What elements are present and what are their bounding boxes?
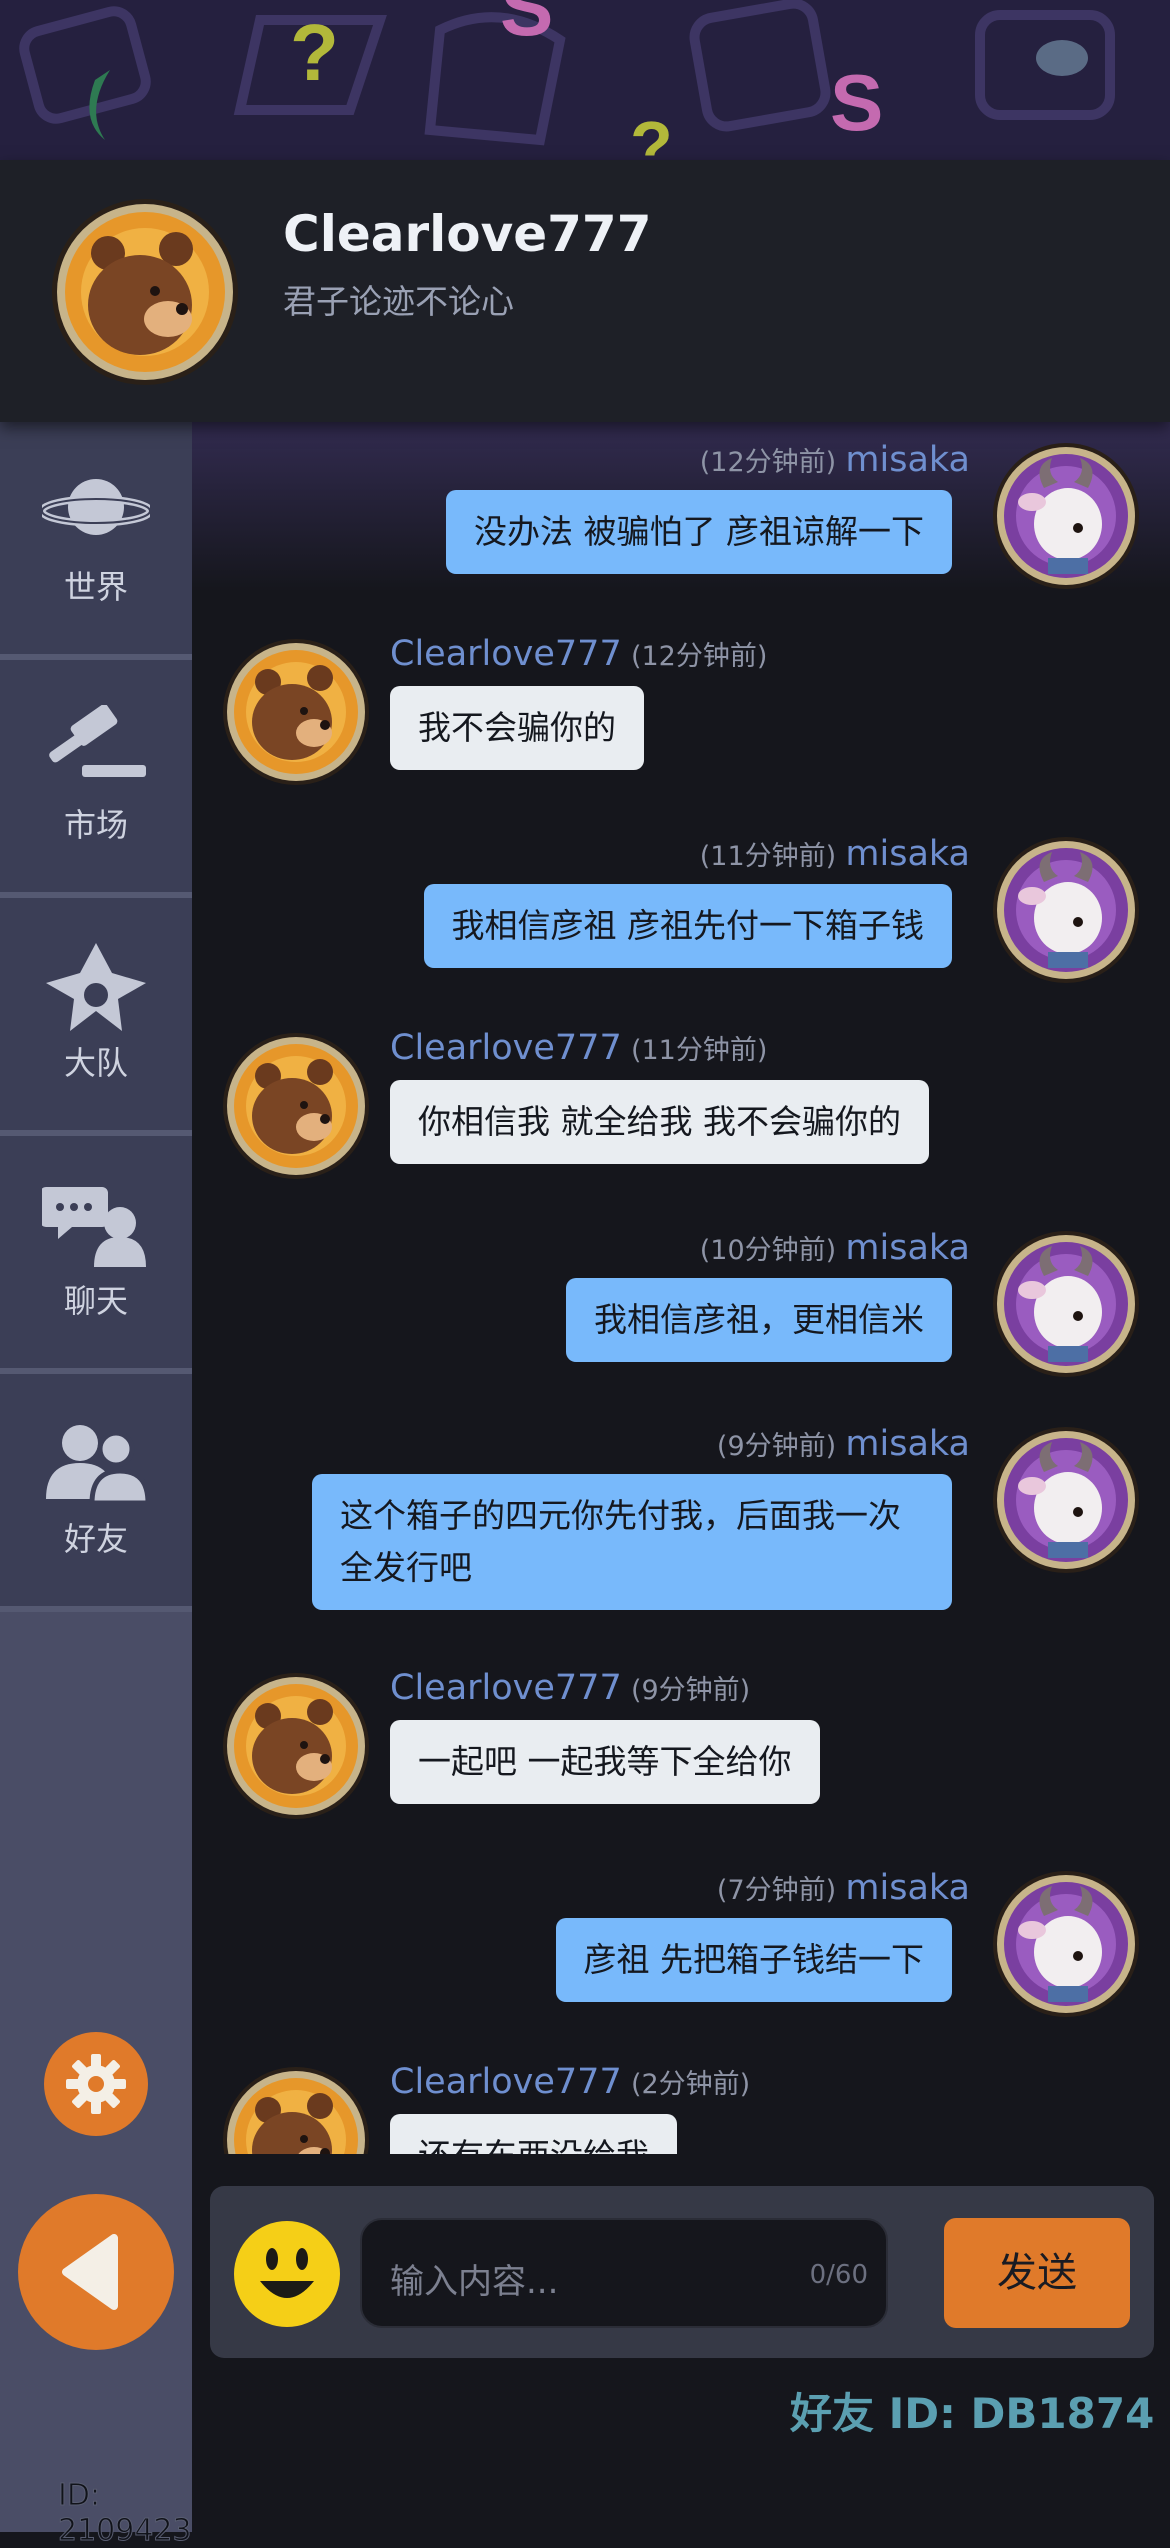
- message-bubble[interactable]: 没办法 被骗怕了 彦祖谅解一下: [446, 490, 952, 574]
- message-meta: Clearlove777 (11分钟前): [390, 1028, 767, 1068]
- message-meta: Clearlove777 (2分钟前): [390, 2062, 750, 2102]
- emoji-button[interactable]: [234, 2221, 340, 2327]
- friend-avatar[interactable]: [222, 1032, 370, 1180]
- sidebar-item-friends[interactable]: 好友: [0, 1374, 192, 1612]
- message-bubble[interactable]: 我相信彦祖 彦祖先付一下箱子钱: [423, 884, 952, 968]
- message-sender: misaka: [845, 1424, 970, 1464]
- message-time: (9分钟前): [630, 1675, 751, 1706]
- svg-text:S: S: [830, 58, 883, 147]
- friend-bio: 君子论迹不论心: [283, 282, 514, 321]
- sidebar-item-label: 聊天: [63, 1282, 128, 1320]
- message-sender: Clearlove777: [390, 634, 622, 674]
- back-arrow-icon: [62, 2234, 118, 2310]
- planet-icon: [42, 479, 150, 535]
- sidebar-item-world[interactable]: 世界: [0, 422, 192, 660]
- back-button[interactable]: [18, 2194, 174, 2350]
- my-avatar[interactable]: [992, 1870, 1140, 2018]
- chat-person-icon: [42, 1187, 146, 1267]
- friend-avatar[interactable]: [222, 638, 370, 786]
- message-sender: misaka: [845, 834, 970, 874]
- message-meta: Clearlove777 (9分钟前): [390, 1668, 750, 1708]
- chat-message-list[interactable]: (12分钟前) misaka 没办法 被骗怕了 彦祖谅解一下 Clearlove…: [192, 422, 1170, 2154]
- sidebar: 世界 市场 大队 聊天 好友 ID: 2109423: [0, 422, 192, 2548]
- message-input-bar: 输入内容... 0/60 发送: [210, 2186, 1154, 2358]
- message-input[interactable]: 输入内容... 0/60: [360, 2218, 888, 2328]
- message-bubble[interactable]: 我相信彦祖，更相信米: [566, 1278, 952, 1362]
- gear-icon: [66, 2054, 126, 2114]
- message-time: (12分钟前): [699, 447, 837, 478]
- message-bubble[interactable]: 你相信我 就全给我 我不会骗你的: [390, 1080, 929, 1164]
- message-time: (11分钟前): [630, 1035, 768, 1066]
- message-sender: misaka: [845, 1228, 970, 1268]
- settings-button[interactable]: [44, 2032, 148, 2136]
- chat-header: Clearlove777 君子论迹不论心: [0, 160, 1170, 422]
- send-button[interactable]: 发送: [944, 2218, 1130, 2328]
- message-sender: Clearlove777: [390, 1028, 622, 1068]
- sidebar-item-squad[interactable]: 大队: [0, 898, 192, 1136]
- message-meta: (7分钟前) misaka: [717, 1868, 970, 1908]
- squad-emblem-icon: [46, 943, 146, 1031]
- svg-text:S: S: [500, 0, 553, 52]
- char-counter: 0/60: [809, 2260, 868, 2290]
- message-meta: (12分钟前) misaka: [700, 440, 970, 480]
- sidebar-item-label: 好友: [63, 1520, 128, 1558]
- decorative-banner: ? S S ?: [0, 0, 1170, 160]
- message-bubble[interactable]: 我不会骗你的: [390, 686, 644, 770]
- friend-id: 好友 ID: DB1874: [790, 2389, 1155, 2438]
- message-time: (12分钟前): [630, 641, 768, 672]
- message-sender: misaka: [845, 440, 970, 480]
- message-time: (7分钟前): [716, 1875, 837, 1906]
- message-meta: Clearlove777 (12分钟前): [390, 634, 767, 674]
- message-bubble[interactable]: 还有东西没给我: [390, 2114, 677, 2154]
- message-time: (2分钟前): [630, 2069, 751, 2100]
- message-input-placeholder: 输入内容...: [390, 2262, 559, 2302]
- sidebar-item-label: 世界: [63, 568, 128, 606]
- message-meta: (9分钟前) misaka: [717, 1424, 970, 1464]
- smiley-icon: [260, 2248, 314, 2298]
- my-avatar[interactable]: [992, 1426, 1140, 1574]
- message-bubble[interactable]: 这个箱子的四元你先付我，后面我一次全发行吧: [312, 1474, 952, 1610]
- svg-text:?: ?: [290, 8, 339, 97]
- message-sender: Clearlove777: [390, 2062, 622, 2102]
- gavel-icon: [49, 705, 146, 777]
- sidebar-item-label: 市场: [63, 806, 128, 844]
- my-avatar[interactable]: [992, 836, 1140, 984]
- message-bubble[interactable]: 彦祖 先把箱子钱结一下: [555, 1918, 952, 2002]
- message-time: (10分钟前): [699, 1235, 837, 1266]
- message-bubble[interactable]: 一起吧 一起我等下全给你: [390, 1720, 820, 1804]
- friends-icon: [46, 1425, 150, 1505]
- my-avatar[interactable]: [992, 442, 1140, 590]
- friend-avatar[interactable]: [50, 197, 240, 387]
- message-meta: (10分钟前) misaka: [700, 1228, 970, 1268]
- friend-name: Clearlove777: [283, 205, 652, 263]
- message-sender: Clearlove777: [390, 1668, 622, 1708]
- svg-text:?: ?: [630, 107, 673, 160]
- my-avatar[interactable]: [992, 1230, 1140, 1378]
- user-id: ID: 2109423: [58, 2478, 193, 2548]
- sidebar-item-chat[interactable]: 聊天: [0, 1136, 192, 1374]
- sidebar-item-label: 大队: [63, 1044, 128, 1082]
- sidebar-item-market[interactable]: 市场: [0, 660, 192, 898]
- message-meta: (11分钟前) misaka: [700, 834, 970, 874]
- message-time: (11分钟前): [699, 841, 837, 872]
- friend-avatar[interactable]: [222, 2066, 370, 2154]
- message-sender: misaka: [845, 1868, 970, 1908]
- friend-avatar[interactable]: [222, 1672, 370, 1820]
- message-time: (9分钟前): [716, 1431, 837, 1462]
